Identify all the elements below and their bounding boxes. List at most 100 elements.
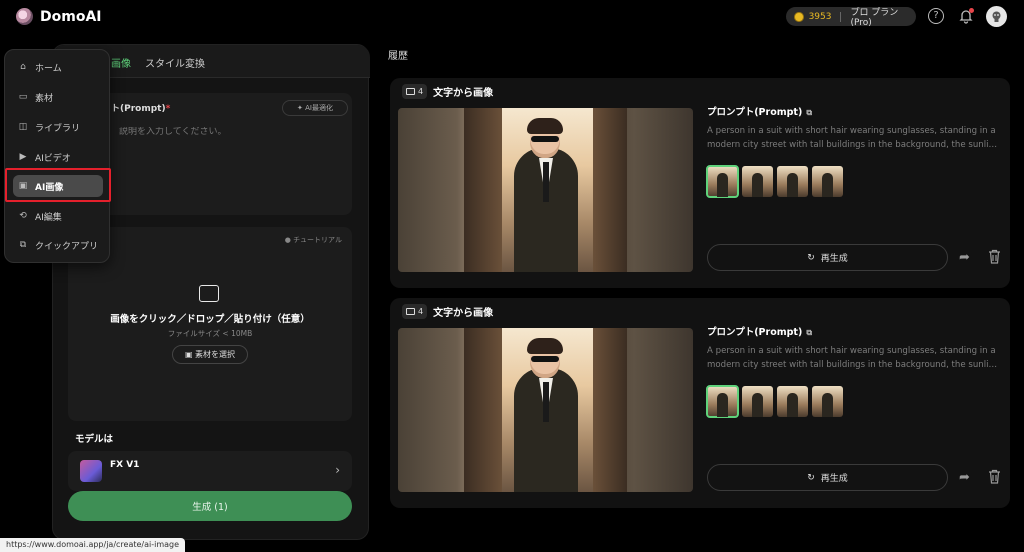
logo-icon — [16, 8, 33, 25]
image-scene — [464, 328, 627, 492]
prompt-line: modern city street with tall buildings i… — [707, 360, 1002, 370]
tie — [543, 382, 549, 422]
generated-image[interactable] — [398, 328, 693, 492]
trash-icon[interactable] — [988, 249, 1001, 264]
regenerate-button[interactable]: ↻ 再生成 — [707, 244, 948, 271]
prompt-line: A person in a suit with short hair weari… — [707, 126, 996, 136]
prompt-label: ト(Prompt)* — [111, 101, 170, 114]
folder-icon: ▭ — [18, 92, 28, 102]
plan-label: プロ プラン(Pro) — [850, 8, 899, 28]
ai-optimize-button[interactable]: ✦ AI最適化 — [282, 100, 348, 116]
image-icon — [406, 88, 415, 95]
image-count-badge: 4 — [402, 304, 428, 319]
card-header: 4 文字から画像 — [402, 84, 493, 99]
hair — [527, 338, 563, 354]
logo[interactable]: DomoAI — [16, 8, 102, 25]
regenerate-label: 再生成 — [820, 474, 848, 484]
highlight-annotation — [5, 168, 111, 202]
home-icon: ⌂ — [20, 62, 26, 72]
notification-dot — [969, 8, 974, 13]
generated-image[interactable] — [398, 108, 693, 272]
select-material-label: 素材を選択 — [195, 350, 236, 359]
thumbnail[interactable] — [742, 386, 773, 417]
sidebar-item-label: AIビデオ — [35, 153, 71, 164]
thumbnail-strip — [706, 385, 843, 418]
model-thumbnail — [80, 460, 102, 482]
prompt-input[interactable] — [119, 127, 339, 137]
tutorial-label: チュートリアル — [293, 236, 342, 244]
thumbnail[interactable] — [742, 166, 773, 197]
thumbnail[interactable] — [812, 386, 843, 417]
sidebar-item-label: 素材 — [35, 93, 54, 104]
required-mark: * — [165, 104, 171, 114]
sidebar-item-label: ライブラリ — [35, 123, 81, 134]
image-icon — [406, 308, 415, 315]
tab-style-transfer[interactable]: スタイル変換 — [145, 55, 205, 70]
image-scene — [464, 108, 627, 272]
sidebar-item-quick-apps[interactable]: ⧉ クイックアプリ — [13, 234, 103, 256]
share-icon[interactable]: ➦ — [959, 250, 970, 265]
generate-button[interactable]: 生成 (1) — [68, 491, 352, 521]
status-url: https://www.domoai.app/ja/create/ai-imag… — [0, 538, 186, 552]
avatar[interactable] — [986, 6, 1007, 27]
sidebar-item-ai-edit[interactable]: ⟲ AI編集 — [13, 205, 103, 227]
tie — [543, 162, 549, 202]
building-right — [593, 108, 627, 272]
thumbnail[interactable] — [706, 165, 739, 198]
help-icon[interactable]: ? — [928, 8, 944, 24]
sidebar-item-home[interactable]: ⌂ ホーム — [13, 56, 103, 78]
avatar-face-icon — [992, 11, 1001, 22]
prompt-heading-text: プロンプト(Prompt) — [707, 327, 803, 338]
share-icon[interactable]: ➦ — [959, 470, 970, 485]
prompt-heading: プロンプト(Prompt) ⧉ — [707, 324, 812, 338]
card-title: 文字から画像 — [433, 88, 494, 99]
sidebar-item-library[interactable]: ◫ ライブラリ — [13, 116, 103, 138]
sidebar-item-label: ホーム — [35, 63, 62, 74]
image-upload-icon — [199, 285, 219, 302]
top-bar: DomoAI 3953 プロ プラン(Pro) ? — [0, 0, 1024, 34]
sidebar-item-materials[interactable]: ▭ 素材 — [13, 86, 103, 108]
history-card: 4 文字から画像 プロンプト(Prompt) ⧉ A person in a su… — [390, 298, 1010, 508]
image-count-badge: 4 — [402, 84, 428, 99]
thumbnail[interactable] — [812, 166, 843, 197]
prompt-text: A person in a suit with short hair weari… — [707, 344, 1002, 372]
thumbnail[interactable] — [706, 385, 739, 418]
copy-icon[interactable]: ⧉ — [806, 328, 812, 337]
prompt-text: A person in a suit with short hair weari… — [707, 124, 1002, 152]
credits-pill[interactable]: 3953 プロ プラン(Pro) — [786, 7, 916, 28]
sidebar-item-ai-video[interactable]: ▶ AIビデオ — [13, 146, 103, 168]
upload-dropzone[interactable]: ● チュートリアル 画像をクリック／ドロップ／貼り付け（任意） ファイルサイズ … — [68, 227, 352, 421]
thumbnail[interactable] — [777, 166, 808, 197]
sidebar-item-label: AI編集 — [35, 212, 62, 223]
prompt-label-text: ト(Prompt) — [111, 104, 166, 114]
prompt-heading: プロンプト(Prompt) ⧉ — [707, 104, 812, 118]
upload-instruction: 画像をクリック／ドロップ／貼り付け（任意） — [110, 314, 310, 325]
thumbnail-strip — [706, 165, 843, 198]
regenerate-label: 再生成 — [820, 254, 848, 264]
card-header: 4 文字から画像 — [402, 304, 493, 319]
prompt-line: modern city street with tall buildings i… — [707, 140, 1002, 150]
image-count: 4 — [418, 307, 424, 316]
select-material-button[interactable]: ▣ 素材を選択 — [172, 345, 248, 364]
copy-icon[interactable]: ⧉ — [806, 108, 812, 117]
prompt-line: A person in a suit with short hair weari… — [707, 346, 996, 356]
history-title: 履歴 — [388, 51, 408, 62]
credit-count: 3953 — [808, 11, 832, 22]
model-name: FX V1 — [110, 460, 140, 470]
building-left — [464, 108, 502, 272]
ai-optimize-label: AI最適化 — [305, 104, 333, 112]
thumbnail[interactable] — [777, 386, 808, 417]
image-count: 4 — [418, 87, 424, 96]
model-selector[interactable]: FX V1 › — [68, 451, 352, 491]
app-name: DomoAI — [40, 8, 102, 25]
divider — [840, 11, 842, 22]
refresh-icon: ↻ — [807, 472, 815, 483]
history-card: 4 文字から画像 プロンプト(Prompt) ⧉ A person in a su… — [390, 78, 1010, 288]
card-title: 文字から画像 — [433, 308, 494, 319]
sunglasses — [531, 136, 559, 142]
tutorial-link[interactable]: ● チュートリアル — [285, 235, 342, 245]
regenerate-button[interactable]: ↻ 再生成 — [707, 464, 948, 491]
coin-icon — [794, 11, 804, 22]
hair — [527, 118, 563, 134]
trash-icon[interactable] — [988, 469, 1001, 484]
